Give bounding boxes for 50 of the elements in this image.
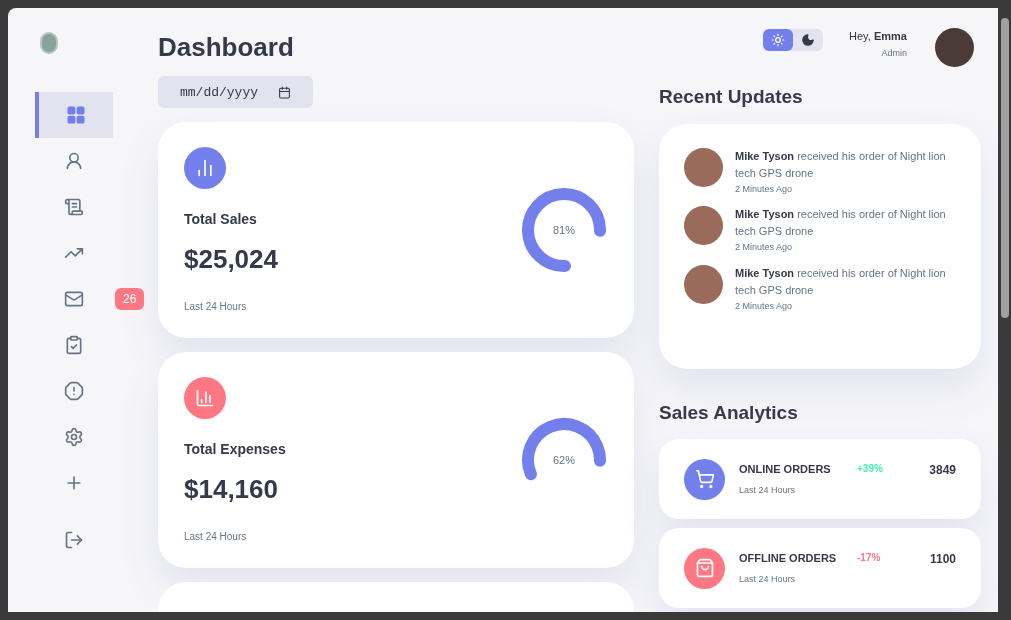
order-count: 1100 [929,551,956,568]
stat-period: Last 24 Hours [184,299,248,314]
order-count: 3849 [929,462,956,479]
order-period: Last 24 Hours [739,572,797,586]
user-photo [684,206,723,245]
user-photo [684,264,723,304]
order-type-label: ONLINE ORDERS [739,462,832,477]
order-type-label: OFFLINE ORDERS [739,551,838,566]
update-message: Mike Tyson received his order of Night lion tech GPS drone [735,148,947,181]
update-time: 2 Minutes Ago [735,241,794,254]
scroll-icon [64,197,84,217]
cart-icon [694,469,715,489]
chart-icon [195,157,215,178]
stat-period: Last 24 Hours [184,529,248,544]
stat-amount: $25,024 [184,242,278,276]
bar-chart-icon [195,387,215,408]
moon-icon [801,33,815,47]
avatar[interactable] [934,28,974,67]
settings-icon [64,427,84,447]
section-title: Sales Analytics [659,400,799,425]
grid-icon [66,105,86,125]
percent-label: 62% [552,452,576,468]
order-period: Last 24 Hours [739,483,797,497]
update-time: 2 Minutes Ago [735,299,794,313]
change-percent: -17% [857,551,882,565]
sidebar-item[interactable] [35,92,113,138]
page-title: Dashboard [158,31,295,64]
section-title: Recent Updates [659,85,804,109]
unread-count: 26 [115,288,145,310]
alert-icon [64,381,84,401]
update-message: Mike Tyson received his order of Night lion tech GPS drone [735,265,947,298]
stat-label: Total Sales [184,209,258,229]
role-label: Admin [881,46,907,60]
update-time: 2 Minutes Ago [735,182,794,196]
bag-icon [694,558,715,578]
sun-icon [771,33,785,47]
change-percent: +39% [857,462,884,476]
greeting-text: Hey, Emma [849,29,907,44]
mail-icon [64,289,84,309]
logout-icon [64,530,84,550]
calendar-icon[interactable] [278,86,291,99]
user-icon [64,151,84,171]
update-message: Mike Tyson received his order of Night lion tech GPS drone [735,207,947,239]
user-photo [684,147,723,187]
theme-toggle-button[interactable] [763,29,793,51]
stat-amount: $14,160 [184,472,279,506]
stat-label: Total Expenses [184,439,286,459]
date-field[interactable]: mm/dd/yyyy [158,76,313,108]
clipboard-icon [64,335,84,355]
percent-label: 81% [552,222,576,238]
